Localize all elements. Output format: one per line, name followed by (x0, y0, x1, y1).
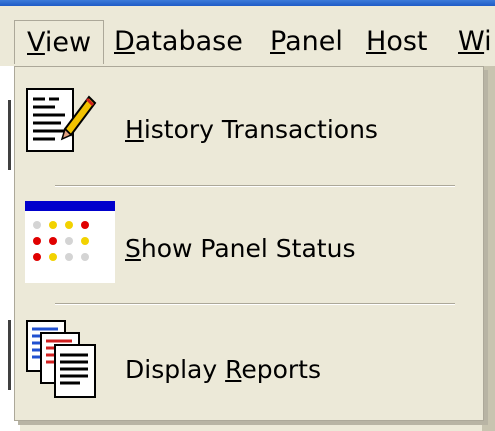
menu-host-mnemonic: H (366, 26, 387, 57)
menu-database-label: atabase (134, 26, 243, 57)
menu-database[interactable]: Database (114, 20, 243, 64)
menu-host[interactable]: Host (366, 20, 428, 64)
menu-view-label: iew (44, 27, 92, 58)
menu-host-label: ost (386, 26, 428, 57)
show-panel-status-label: Show Panel Status (125, 234, 355, 263)
background-divider (8, 100, 11, 170)
menu-view-mnemonic: V (27, 27, 45, 58)
background-divider (8, 320, 11, 390)
history-transactions-icon (26, 88, 97, 152)
menu-window-label: i (484, 26, 492, 57)
menu-bar: View Database Panel Host Wi (0, 6, 495, 66)
display-reports-label: Display Reports (125, 355, 321, 384)
menu-item-show-panel-status[interactable]: Show Panel Status (15, 189, 483, 289)
menu-separator (55, 185, 455, 187)
panel-status-icon (25, 201, 115, 283)
history-transactions-label: History Transactions (125, 115, 378, 144)
view-menu-dropdown: History Transactions Show Panel Status D… (14, 66, 484, 421)
display-reports-text-pre: Display (125, 355, 226, 384)
display-reports-mnemonic: R (225, 355, 242, 384)
menu-window-mnemonic: W (458, 26, 485, 57)
history-transactions-mnemonic: H (125, 115, 144, 144)
menu-panel[interactable]: Panel (270, 20, 343, 64)
menu-view[interactable]: View (14, 20, 105, 64)
menu-window[interactable]: Wi (458, 20, 492, 64)
menu-database-mnemonic: D (114, 26, 135, 57)
history-transactions-text: istory Transactions (143, 115, 378, 144)
menu-panel-mnemonic: P (270, 26, 286, 57)
display-reports-icon (26, 320, 96, 398)
menu-panel-label: anel (285, 26, 343, 57)
menu-item-history-transactions[interactable]: History Transactions (15, 67, 483, 167)
show-panel-status-text: how Panel Status (140, 234, 356, 263)
menu-separator (55, 303, 455, 305)
app-window: View Database Panel Host Wi History Tran… (0, 0, 495, 431)
menu-item-display-reports[interactable]: Display Reports (15, 307, 483, 407)
display-reports-text: eports (241, 355, 322, 384)
show-panel-status-mnemonic: S (125, 234, 141, 263)
